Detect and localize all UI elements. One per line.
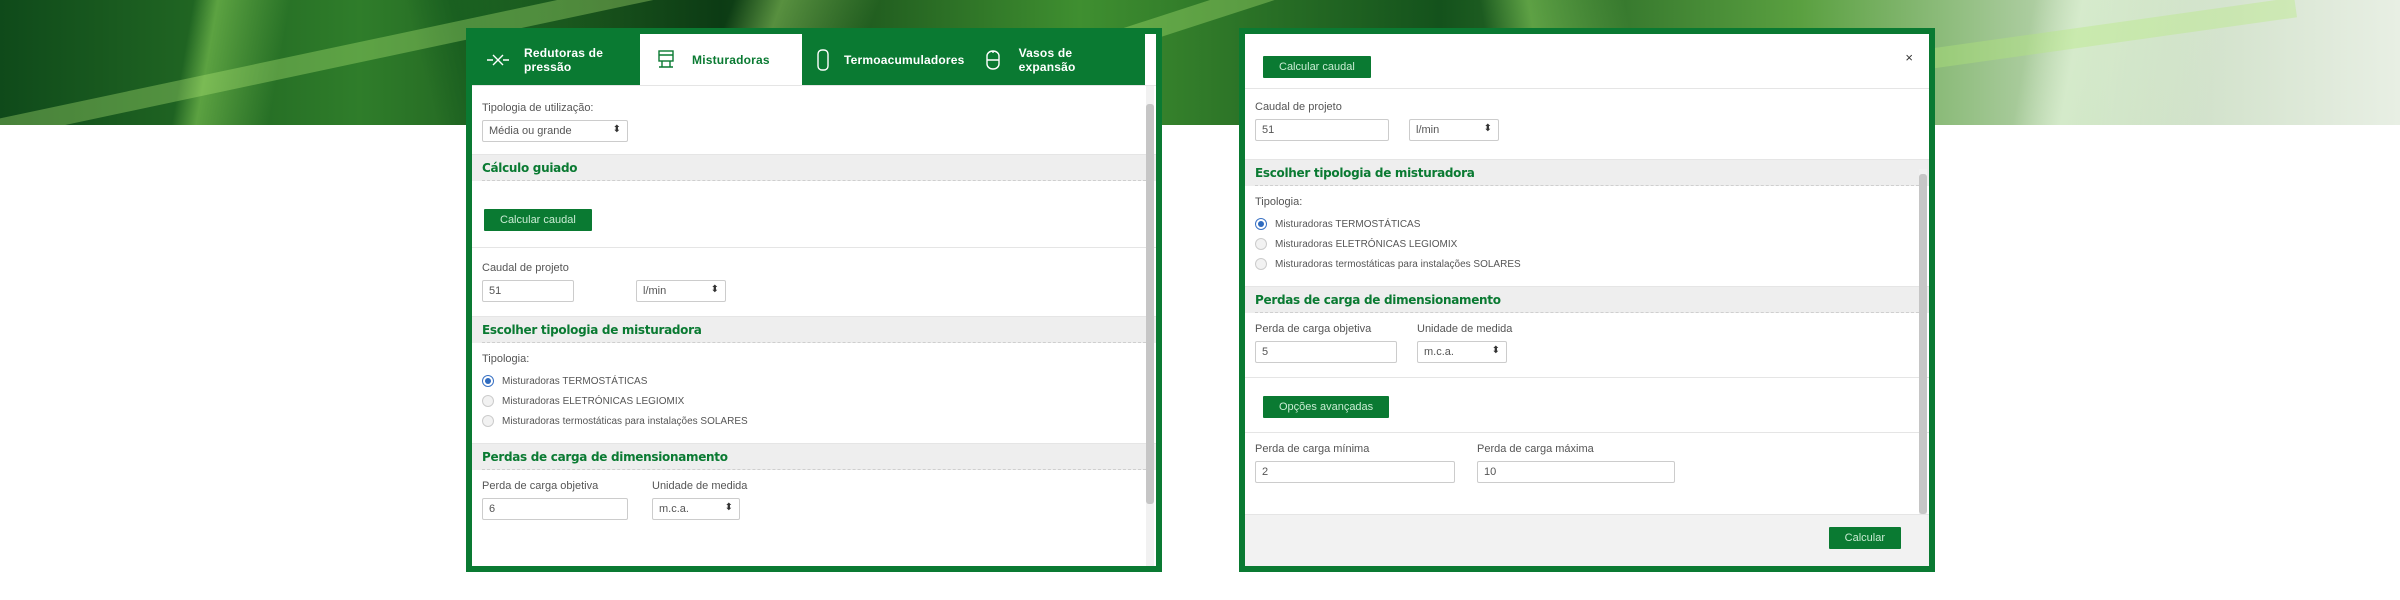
target-loss-label: Perda de carga objetiva bbox=[482, 480, 599, 492]
target-loss-label: Perda de carga objetiva bbox=[1255, 323, 1372, 335]
tab-expansion-vessels[interactable]: Vasos de expansão bbox=[967, 34, 1145, 85]
radio-selected-icon[interactable] bbox=[1255, 218, 1267, 230]
hero-banner-image bbox=[0, 0, 2400, 125]
min-loss-input[interactable]: 2 bbox=[1255, 461, 1455, 483]
unit-label: Unidade de medida bbox=[1417, 323, 1513, 335]
expansion-vessel-icon bbox=[981, 48, 1005, 72]
mixer-typology-title: Escolher tipologia de misturadora bbox=[482, 323, 1146, 343]
radio-option-solar[interactable]: Misturadoras termostáticas para instalaç… bbox=[1255, 254, 1919, 274]
mixer-typology-section: Escolher tipologia de misturadora bbox=[472, 316, 1156, 343]
tab-label: Misturadoras bbox=[692, 52, 770, 67]
guided-calc-title: Cálculo guiado bbox=[482, 161, 1146, 181]
divider bbox=[1245, 88, 1929, 89]
losses-section: Perdas de carga de dimensionamento bbox=[1245, 286, 1929, 313]
project-flow-input[interactable]: 51 bbox=[1255, 119, 1389, 141]
tab-label: Redutoras de pressão bbox=[524, 45, 604, 74]
radio-unselected-icon[interactable] bbox=[482, 415, 494, 427]
divider bbox=[472, 247, 1156, 248]
tab-mixers[interactable]: Misturadoras bbox=[640, 34, 802, 85]
option-label: Misturadoras ELETRÓNICAS LEGIOMIX bbox=[502, 395, 685, 407]
target-loss-input[interactable]: 6 bbox=[482, 498, 628, 520]
mixer-typology-title: Escolher tipologia de misturadora bbox=[1255, 166, 1919, 186]
max-loss-input[interactable]: 10 bbox=[1477, 461, 1675, 483]
calculate-button[interactable]: Calcular bbox=[1828, 527, 1901, 549]
radio-option-solar[interactable]: Misturadoras termostáticas para instalaç… bbox=[482, 411, 1146, 431]
radio-option-thermostatic[interactable]: Misturadoras TERMOSTÁTICAS bbox=[1255, 214, 1919, 234]
option-label: Misturadoras TERMOSTÁTICAS bbox=[502, 375, 648, 387]
radio-unselected-icon[interactable] bbox=[482, 395, 494, 407]
unit-select[interactable]: m.c.a. bbox=[652, 498, 740, 520]
typology-label: Tipologia: bbox=[1255, 196, 1303, 208]
pipe-valve-icon bbox=[486, 48, 510, 72]
usage-select[interactable]: Média ou grande bbox=[482, 120, 628, 142]
radio-unselected-icon[interactable] bbox=[1255, 258, 1267, 270]
tab-label: Vasos de expansão bbox=[1018, 45, 1076, 74]
tab-water-heaters[interactable]: Termoacumuladores bbox=[802, 34, 967, 85]
usage-label: Tipologia de utilização: bbox=[482, 102, 594, 114]
flow-unit-select[interactable]: l/min bbox=[636, 280, 726, 302]
target-loss-input[interactable]: 5 bbox=[1255, 341, 1397, 363]
losses-title: Perdas de carga de dimensionamento bbox=[482, 450, 1146, 470]
calc-flow-button[interactable]: Calcular caudal bbox=[1263, 56, 1371, 78]
typology-label: Tipologia: bbox=[482, 353, 530, 365]
flow-unit-select[interactable]: l/min bbox=[1409, 119, 1499, 141]
scrollbar-thumb[interactable] bbox=[1919, 174, 1927, 514]
option-label: Misturadoras termostáticas para instalaç… bbox=[502, 415, 748, 427]
product-tabs: Redutoras de pressão Misturadoras Termoa… bbox=[472, 34, 1156, 86]
panel-footer: Calcular bbox=[1245, 514, 1929, 566]
project-flow-label: Caudal de projeto bbox=[1255, 101, 1342, 113]
water-heater-icon bbox=[816, 48, 830, 72]
option-label: Misturadoras termostáticas para instalaç… bbox=[1275, 258, 1521, 270]
close-icon[interactable]: × bbox=[1905, 50, 1913, 65]
calculator-panel-left: Redutoras de pressão Misturadoras Termoa… bbox=[466, 28, 1162, 572]
radio-option-electronic[interactable]: Misturadoras ELETRÓNICAS LEGIOMIX bbox=[482, 391, 1146, 411]
mixer-typology-section: Escolher tipologia de misturadora bbox=[1245, 159, 1929, 186]
max-loss-label: Perda de carga máxima bbox=[1477, 443, 1594, 455]
guided-calc-section: Cálculo guiado bbox=[472, 154, 1156, 181]
scrollbar-thumb[interactable] bbox=[1146, 104, 1154, 504]
option-label: Misturadoras TERMOSTÁTICAS bbox=[1275, 218, 1421, 230]
tab-label: Termoacumuladores bbox=[844, 52, 965, 67]
calculator-panel-right: × Calcular caudal Caudal de projeto 51 l… bbox=[1239, 28, 1935, 572]
radio-selected-icon[interactable] bbox=[482, 375, 494, 387]
min-loss-label: Perda de carga mínima bbox=[1255, 443, 1370, 455]
radio-unselected-icon[interactable] bbox=[1255, 238, 1267, 250]
mixer-icon bbox=[654, 48, 678, 72]
radio-option-electronic[interactable]: Misturadoras ELETRÓNICAS LEGIOMIX bbox=[1255, 234, 1919, 254]
divider bbox=[1245, 377, 1929, 378]
divider bbox=[1245, 432, 1929, 433]
project-flow-input[interactable]: 51 bbox=[482, 280, 574, 302]
option-label: Misturadoras ELETRÓNICAS LEGIOMIX bbox=[1275, 238, 1458, 250]
tab-pressure-reducers[interactable]: Redutoras de pressão bbox=[472, 34, 640, 85]
radio-option-thermostatic[interactable]: Misturadoras TERMOSTÁTICAS bbox=[482, 371, 1146, 391]
losses-title: Perdas de carga de dimensionamento bbox=[1255, 293, 1919, 313]
advanced-options-button[interactable]: Opções avançadas bbox=[1263, 396, 1390, 418]
losses-section: Perdas de carga de dimensionamento bbox=[472, 443, 1156, 470]
calc-flow-button[interactable]: Calcular caudal bbox=[484, 209, 592, 231]
project-flow-label: Caudal de projeto bbox=[482, 262, 569, 274]
unit-select[interactable]: m.c.a. bbox=[1417, 341, 1507, 363]
unit-label: Unidade de medida bbox=[652, 480, 748, 492]
